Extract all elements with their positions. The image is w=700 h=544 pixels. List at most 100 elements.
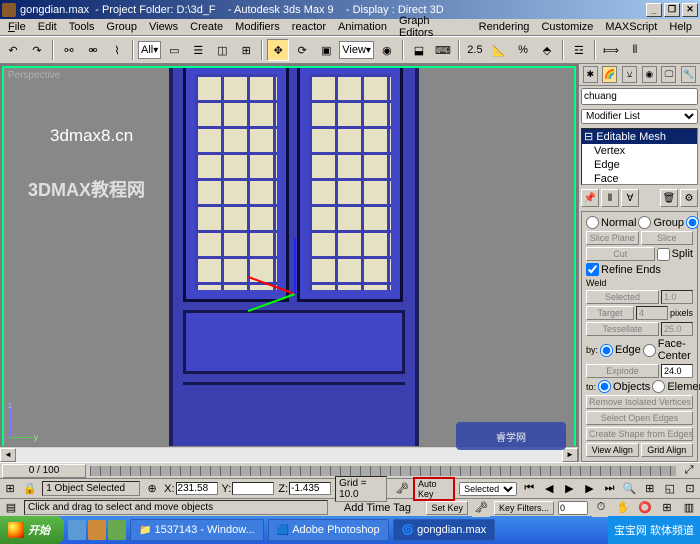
select-scale-button[interactable]: ▣ bbox=[315, 39, 337, 61]
stack-editable-mesh[interactable]: ⊟ Editable Mesh bbox=[582, 129, 697, 144]
weld-selected-spinner[interactable] bbox=[661, 290, 693, 304]
zoom-extents-all-button[interactable]: ⊡ bbox=[682, 480, 698, 498]
spinner-snap-button[interactable]: ⬘ bbox=[536, 39, 558, 61]
start-button[interactable]: 开始 bbox=[0, 516, 64, 544]
menu-help[interactable]: Help bbox=[663, 20, 698, 34]
tab-create[interactable]: ✱ bbox=[583, 66, 598, 83]
prev-frame-button[interactable]: ◀ bbox=[541, 480, 557, 498]
menu-modifiers[interactable]: Modifiers bbox=[229, 20, 286, 34]
mirror-button[interactable]: ⟾ bbox=[600, 39, 622, 61]
menu-file[interactable]: FFileile bbox=[2, 20, 32, 34]
bind-spacewarp-button[interactable]: ⌇ bbox=[106, 39, 128, 61]
tessellate-button[interactable]: Tessellate bbox=[586, 322, 659, 336]
percent-snap-button[interactable]: % bbox=[512, 39, 534, 61]
menu-animation[interactable]: Animation bbox=[332, 20, 393, 34]
tab-modify[interactable]: 🌈 bbox=[602, 66, 617, 83]
undo-button[interactable]: ↶ bbox=[2, 39, 24, 61]
tab-motion[interactable]: ◉ bbox=[642, 66, 657, 83]
remove-isolated-vertices-button[interactable]: Remove Isolated Vertices bbox=[586, 395, 693, 409]
radio-group[interactable]: Group bbox=[638, 216, 684, 229]
menu-group[interactable]: Group bbox=[100, 20, 143, 34]
grid-align-button[interactable]: Grid Align bbox=[641, 443, 694, 457]
redo-button[interactable]: ↷ bbox=[26, 39, 48, 61]
explode-spinner[interactable] bbox=[661, 364, 693, 378]
open-mini-curve-button[interactable]: ⤢ bbox=[680, 464, 698, 478]
abs-rel-toggle[interactable]: ⊕ bbox=[144, 481, 160, 497]
select-rotate-button[interactable]: ⟳ bbox=[291, 39, 313, 61]
menu-maxscript[interactable]: MAXScript bbox=[599, 20, 663, 34]
select-move-button[interactable]: ✥ bbox=[267, 39, 289, 61]
menu-customize[interactable]: Customize bbox=[535, 20, 599, 34]
stack-edge[interactable]: Edge bbox=[582, 158, 697, 172]
menu-edit[interactable]: Edit bbox=[32, 20, 63, 34]
tab-hierarchy[interactable]: ⚺ bbox=[622, 66, 637, 83]
explode-objects-radio[interactable]: Objects bbox=[598, 380, 650, 393]
selection-lock-button[interactable]: 🔒 bbox=[22, 481, 38, 497]
auto-key-button[interactable]: Auto Key bbox=[413, 477, 455, 501]
select-by-name-button[interactable]: ☰ bbox=[187, 39, 209, 61]
time-config-button[interactable]: ⏱ bbox=[592, 499, 610, 517]
tab-display[interactable]: 🖵 bbox=[661, 66, 676, 83]
pivot-button[interactable]: ◉ bbox=[376, 39, 398, 61]
link-button[interactable]: ⚯ bbox=[58, 39, 80, 61]
remove-modifier-button[interactable]: 🗑 bbox=[660, 189, 678, 207]
create-shape-button[interactable]: Create Shape from Edges bbox=[586, 427, 693, 441]
arc-rotate-button[interactable]: ⭕ bbox=[636, 499, 654, 517]
tessellate-spinner[interactable] bbox=[661, 322, 693, 336]
scroll-left-button[interactable]: ◄ bbox=[0, 448, 16, 462]
view-align-button[interactable]: View Align bbox=[586, 443, 639, 457]
pin-stack-button[interactable]: 📌 bbox=[581, 189, 599, 207]
maximize-button[interactable]: ❐ bbox=[664, 3, 680, 17]
show-end-result-button[interactable]: Ⅱ bbox=[601, 189, 619, 207]
tab-utilities[interactable]: 🔧 bbox=[681, 66, 696, 83]
minimize-button[interactable]: _ bbox=[646, 3, 662, 17]
z-input[interactable] bbox=[289, 482, 331, 495]
close-button[interactable]: ✕ bbox=[682, 3, 698, 17]
field-of-view-button[interactable]: ▥ bbox=[680, 499, 698, 517]
gizmo-z-axis[interactable] bbox=[294, 238, 296, 294]
next-frame-button[interactable]: ▶ bbox=[581, 480, 597, 498]
menu-views[interactable]: Views bbox=[143, 20, 184, 34]
ref-coord-dropdown[interactable]: View ▾ bbox=[339, 41, 374, 59]
tess-edge-radio[interactable]: Edge bbox=[600, 344, 641, 357]
menu-graph-editors[interactable]: Graph Editors bbox=[393, 14, 473, 40]
menu-reactor[interactable]: reactor bbox=[286, 20, 332, 34]
stack-vertex[interactable]: Vertex bbox=[582, 144, 697, 158]
split-check[interactable]: Split bbox=[657, 248, 693, 261]
ql-app-icon[interactable] bbox=[108, 520, 126, 540]
window-crossing-button[interactable]: ⊞ bbox=[235, 39, 257, 61]
modifier-list-dropdown[interactable]: Modifier List bbox=[581, 109, 698, 124]
align-button[interactable]: ⫴ bbox=[624, 39, 646, 61]
y-input[interactable] bbox=[232, 482, 274, 495]
unlink-button[interactable]: ⚮ bbox=[82, 39, 104, 61]
trackbar-toggle[interactable]: ⊞ bbox=[2, 481, 18, 497]
goto-end-button[interactable]: ⏭ bbox=[602, 480, 618, 498]
key-filter-dropdown[interactable]: Selected bbox=[459, 482, 517, 496]
weld-selected-button[interactable]: Selected bbox=[586, 290, 659, 304]
perspective-viewport[interactable]: Perspective 3dmax8.cn 3DMAX教程网 z y bbox=[2, 66, 576, 460]
configure-sets-button[interactable]: ⚙ bbox=[680, 189, 698, 207]
radio-local[interactable]: Local bbox=[686, 216, 700, 229]
cut-button[interactable]: Cut bbox=[586, 247, 655, 261]
select-button[interactable]: ▭ bbox=[163, 39, 185, 61]
slice-button[interactable]: Slice bbox=[641, 231, 694, 245]
menu-tools[interactable]: Tools bbox=[63, 20, 101, 34]
modifier-stack[interactable]: ⊟ Editable Mesh Vertex Edge Face bbox=[581, 128, 698, 185]
time-track[interactable] bbox=[90, 466, 676, 476]
make-unique-button[interactable]: ∀ bbox=[621, 189, 639, 207]
weld-target-spinner[interactable] bbox=[636, 306, 668, 320]
task-3dsmax[interactable]: 🌀 gongdian.max bbox=[393, 519, 496, 541]
menu-rendering[interactable]: Rendering bbox=[473, 20, 536, 34]
task-photoshop[interactable]: 🟦 Adobe Photoshop bbox=[268, 519, 389, 541]
select-open-edges-button[interactable]: Select Open Edges bbox=[586, 411, 693, 425]
weld-target-button[interactable]: Target bbox=[586, 306, 634, 320]
scroll-right-button[interactable]: ► bbox=[562, 448, 578, 462]
ql-ie-icon[interactable] bbox=[68, 520, 86, 540]
system-tray[interactable]: 宝宝网 软体频道 bbox=[608, 516, 700, 544]
radio-normal[interactable]: Normal bbox=[586, 216, 636, 229]
time-tag-button[interactable]: Add Time Tag bbox=[332, 502, 422, 514]
zoom-button[interactable]: 🔍 bbox=[622, 480, 638, 498]
maxscript-listener-button[interactable]: ▤ bbox=[2, 501, 20, 515]
pan-button[interactable]: ✋ bbox=[614, 499, 632, 517]
min-max-toggle-button[interactable]: ⊞ bbox=[658, 499, 676, 517]
